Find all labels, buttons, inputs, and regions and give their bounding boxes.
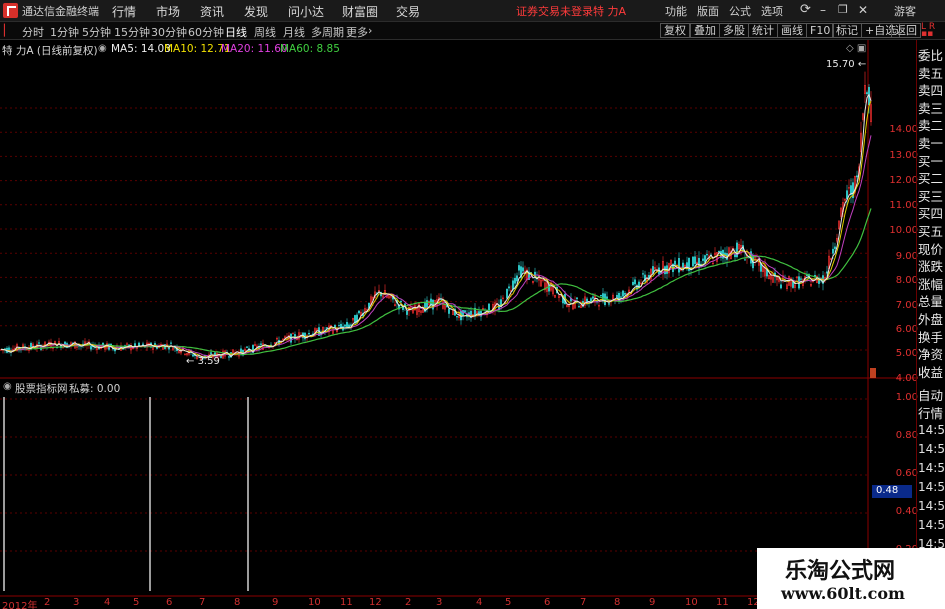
quote-label: 买四 <box>918 206 944 222</box>
quote-label: 换手 <box>918 329 944 345</box>
xtick: 4 <box>476 597 483 608</box>
quote-label: 卖一 <box>918 136 944 151</box>
watermark-url: www.60lt.com <box>781 584 905 603</box>
quote-label: 卖四 <box>918 83 944 99</box>
ytick: 6.00 <box>895 324 918 335</box>
xtick: 7 <box>199 597 206 608</box>
sub-ytick: 1.00 <box>895 392 918 403</box>
quote-label: 买一 <box>918 153 944 169</box>
ytick: 7.00 <box>895 300 918 311</box>
sub-ytick: 0.80 <box>895 430 918 441</box>
quote-label: 现价 <box>918 241 944 257</box>
quote-label: 买二 <box>918 171 944 187</box>
xtick: 6 <box>544 597 551 608</box>
quote-label: 买三 <box>918 188 944 204</box>
ytick: 12.00 <box>889 175 918 186</box>
level-switch-icon[interactable]: L R ▪▪ <box>921 23 935 39</box>
quote-label: 卖二 <box>918 118 944 134</box>
ytick: 9.00 <box>895 251 918 262</box>
xtick: 9 <box>272 597 279 608</box>
tick-time: 14:50 <box>918 423 945 437</box>
xtick: 3 <box>436 597 443 608</box>
xtick: 2 <box>44 597 51 608</box>
xtick: 12 <box>369 597 382 608</box>
xtick: 2012年 <box>2 601 38 609</box>
quote-lower-label[interactable]: 自动 <box>918 385 945 404</box>
sub-ytick: 0.60 <box>895 468 918 479</box>
xtick: 10 <box>308 597 321 608</box>
watermark: 乐淘公式网 www.60lt.com <box>757 548 945 609</box>
tick-time: 14:50 <box>918 480 945 494</box>
quote-label: 净资 <box>918 347 944 363</box>
tick-time: 14:50 <box>918 461 945 475</box>
ytick: 5.00 <box>895 348 918 359</box>
xtick: 5 <box>505 597 512 608</box>
xtick: 3 <box>73 597 80 608</box>
xtick: 6 <box>166 597 173 608</box>
quote-label: 买五 <box>918 224 944 239</box>
xtick: 5 <box>133 597 140 608</box>
watermark-title: 乐淘公式网 <box>785 558 896 584</box>
ytick: 10.00 <box>889 225 918 236</box>
xtick: 11 <box>340 597 353 608</box>
ytick: 11.00 <box>889 200 918 211</box>
scroll-marker-icon[interactable] <box>870 368 876 378</box>
xtick: 10 <box>685 597 698 608</box>
xtick: 2 <box>405 597 412 608</box>
tick-time: 14:50 <box>918 518 945 532</box>
tick-time: 14:50 <box>918 499 945 513</box>
quote-lower-label[interactable]: 行情 <box>918 403 945 422</box>
quote-label: 卖三 <box>918 100 944 116</box>
tick-time: 14:50 <box>918 442 945 456</box>
ytick: 4.00 <box>895 373 918 384</box>
quote-label: 委比 <box>918 48 944 63</box>
quote-label: 涨跌 <box>918 259 944 275</box>
xtick: 8 <box>614 597 621 608</box>
quote-label: 收益 <box>918 364 944 380</box>
xtick: 7 <box>580 597 587 608</box>
sub-ytick: 0.40 <box>895 506 918 517</box>
time-axis: 2012年23456789101112234567891011122012年2 <box>0 0 868 609</box>
xtick: 8 <box>234 597 241 608</box>
quote-label: 外盘 <box>918 312 944 327</box>
price-axis: 14.00 13.00 12.00 11.00 10.00 9.00 8.00 … <box>868 0 918 609</box>
xtick: 4 <box>104 597 111 608</box>
quote-label: 卖五 <box>918 65 944 81</box>
quote-label: 总量 <box>918 294 944 310</box>
xtick: 9 <box>649 597 656 608</box>
quote-label: 涨幅 <box>918 276 944 292</box>
ytick: 13.00 <box>889 150 918 161</box>
current-value-badge: 0.48 <box>872 485 912 498</box>
xtick: 11 <box>716 597 729 608</box>
ytick: 14.00 <box>889 124 918 135</box>
ytick: 8.00 <box>895 275 918 286</box>
